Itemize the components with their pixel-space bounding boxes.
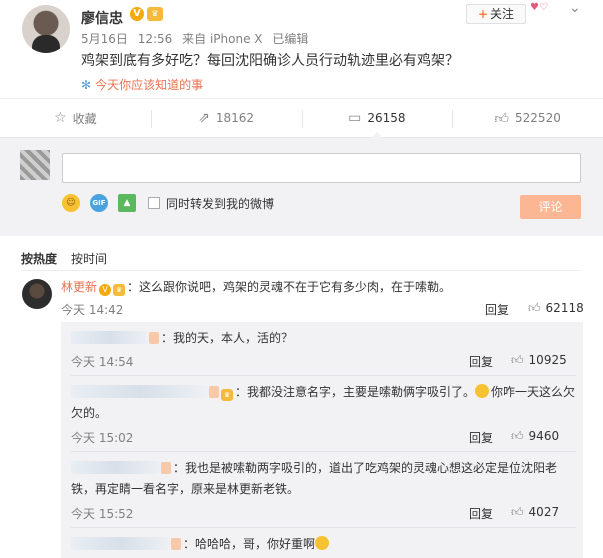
reply-body: ：我的天，本人，活的？ (161, 331, 294, 345)
commenter-avatar[interactable] (22, 279, 52, 309)
comment-like-button[interactable]: 👍︎ 62118 (528, 301, 584, 316)
verified-badge-icon: V (130, 7, 144, 21)
author-name[interactable]: 廖信忠 (81, 8, 123, 28)
reply-like-button[interactable]: 👍︎ 9460 (511, 429, 559, 444)
thumbs-up-icon: 👍︎ (511, 353, 524, 367)
comment-input[interactable] (62, 153, 581, 183)
blurred-username (71, 537, 171, 550)
level-badge-icon: ♛ (147, 7, 163, 21)
verified-badge-icon: V (99, 284, 112, 296)
topic-link[interactable]: ✻ 今天你应该知道的事 (81, 76, 203, 93)
comment-icon: ▭ (348, 110, 362, 126)
repost-icon: ⇗ (198, 110, 210, 126)
chevron-down-icon[interactable]: ⌄ (569, 0, 581, 16)
gif-icon[interactable]: GIF (90, 194, 108, 212)
star-icon: ☆ (54, 110, 67, 126)
reply-button[interactable]: 回复 (469, 505, 493, 522)
comment-compose: ☺ GIF ▲ 同时转发到我的微博 评论 (0, 138, 603, 236)
comment-time: 今天 14:42 (61, 303, 124, 317)
blurred-username (71, 385, 209, 398)
thumbs-up-icon: 👍︎ (528, 301, 541, 315)
author-avatar[interactable] (22, 5, 70, 53)
comment-sort-tabs: 按热度 按时间 (21, 250, 121, 267)
my-avatar (20, 150, 50, 180)
tab-by-time[interactable]: 按时间 (71, 250, 107, 267)
comment-submit-button[interactable]: 评论 (520, 195, 581, 219)
follow-label: 关注 (490, 7, 515, 21)
thumbs-up-icon: 👍︎ (511, 505, 524, 519)
reply-button[interactable]: 回复 (485, 301, 509, 318)
reply-item: ：哈哈哈，哥，你好重啊 (71, 534, 576, 555)
reply-time: 今天 14:54 (71, 355, 134, 369)
divider (21, 270, 581, 271)
thumbs-up-icon: 👍︎ (511, 429, 524, 443)
post-date[interactable]: 5月16日 (81, 32, 128, 46)
like-count: 522520 (515, 111, 561, 125)
plus-icon: + (477, 7, 489, 21)
level-badge-icon: ♛ (221, 389, 233, 401)
blurred-username (71, 331, 149, 344)
comment-like-count: 62118 (545, 301, 584, 315)
blurred-badge (149, 332, 159, 344)
image-icon[interactable]: ▲ (118, 194, 136, 212)
tab-by-hot[interactable]: 按热度 (21, 250, 57, 267)
blurred-badge (171, 538, 181, 550)
blurred-username (71, 461, 161, 474)
laughing-emoji-icon (475, 384, 490, 398)
top-comment-text: 林更新 V ♛ ：这么跟你说吧，鸡架的灵魂不在于它有多少肉，在于嗦勒。 (61, 278, 451, 296)
reply-list: ：我的天，本人，活的？ 今天 14:54 回复 👍︎ 10925 ♛ ：我都没注意名… (61, 322, 583, 558)
thumbs-up-icon: 👍︎ (494, 110, 510, 127)
comment-body: ：这么跟你说吧，鸡架的灵魂不在于它有多少肉，在于嗦勒。 (127, 280, 452, 294)
post-text: 鸡架到底有多好吃？每回沈阳确诊人员行动轨迹里必有鸡架？ (81, 53, 459, 69)
reply-time: 今天 15:02 (71, 431, 134, 445)
reply-like-count: 9460 (528, 429, 560, 443)
blurred-badge (161, 462, 171, 474)
reply-body: ：哈哈哈，哥，你好重啊 (183, 537, 316, 551)
edited-label[interactable]: 已编辑 (272, 32, 308, 46)
reply-like-count: 4027 (528, 505, 560, 519)
reply-item: ：我的天，本人，活的？ (71, 328, 576, 349)
topic-icon: ✻ (81, 78, 92, 92)
reply-item: ：我也是被嗦勒两字吸引的，道出了吃鸡架的灵魂心想这必定是位沈阳老铁，再定睛一看名… (71, 458, 576, 500)
action-bar: ☆ 收藏 ⇗ 18162 ▭ 26158 👍︎ 522520 (0, 98, 603, 138)
reply-item: ♛ ：我都没注意名字，主要是嗦勒俩字吸引了。 你咋一天这么欠欠的。 (71, 382, 576, 424)
comment-button[interactable]: ▭ 26158 (301, 99, 453, 138)
post-header: 廖信忠 V ♛ 5月16日 12:56 来自 iPhone X 已编辑 + 关注 … (0, 0, 603, 98)
topic-label: 今天你应该知道的事 (95, 78, 204, 92)
divider (71, 451, 576, 452)
favorite-label: 收藏 (72, 111, 97, 126)
heart-sticker-icon: ♥♡ (530, 2, 548, 13)
reply-like-button[interactable]: 👍︎ 10925 (511, 353, 567, 368)
reply-like-count: 10925 (528, 353, 567, 367)
follow-button[interactable]: + 关注 (466, 4, 526, 24)
favorite-button[interactable]: ☆ 收藏 (0, 99, 151, 137)
reply-button[interactable]: 回复 (469, 429, 493, 446)
repost-count: 18162 (215, 111, 255, 125)
post-source: 来自 iPhone X (182, 32, 263, 46)
reply-body: ：我都没注意名字，主要是嗦勒俩字吸引了。 (235, 385, 476, 399)
blurred-badge (209, 386, 219, 398)
reply-time: 今天 15:52 (71, 507, 134, 521)
repost-button[interactable]: ⇗ 18162 (150, 99, 302, 137)
post-meta: 5月16日 12:56 来自 iPhone X 已编辑 (81, 30, 314, 47)
like-button[interactable]: 👍︎ 522520 (452, 99, 603, 137)
reply-like-button[interactable]: 👍︎ 4027 (511, 505, 559, 520)
repost-checkbox-label: 同时转发到我的微博 (166, 196, 275, 211)
level-badge-icon: ♛ (113, 284, 126, 296)
reply-button[interactable]: 回复 (469, 353, 493, 370)
repost-checkbox[interactable] (148, 197, 160, 209)
divider (71, 375, 576, 376)
compose-toolbar: ☺ GIF ▲ 同时转发到我的微博 (62, 194, 274, 212)
commenter-name[interactable]: 林更新 (61, 280, 97, 294)
divider (71, 527, 576, 528)
emoji-icon[interactable]: ☺ (62, 194, 80, 212)
comment-count: 26158 (367, 111, 406, 125)
laughing-emoji-icon (315, 536, 330, 550)
post-time: 12:56 (137, 32, 173, 46)
weibo-post-page: 廖信忠 V ♛ 5月16日 12:56 来自 iPhone X 已编辑 + 关注 … (0, 0, 603, 558)
